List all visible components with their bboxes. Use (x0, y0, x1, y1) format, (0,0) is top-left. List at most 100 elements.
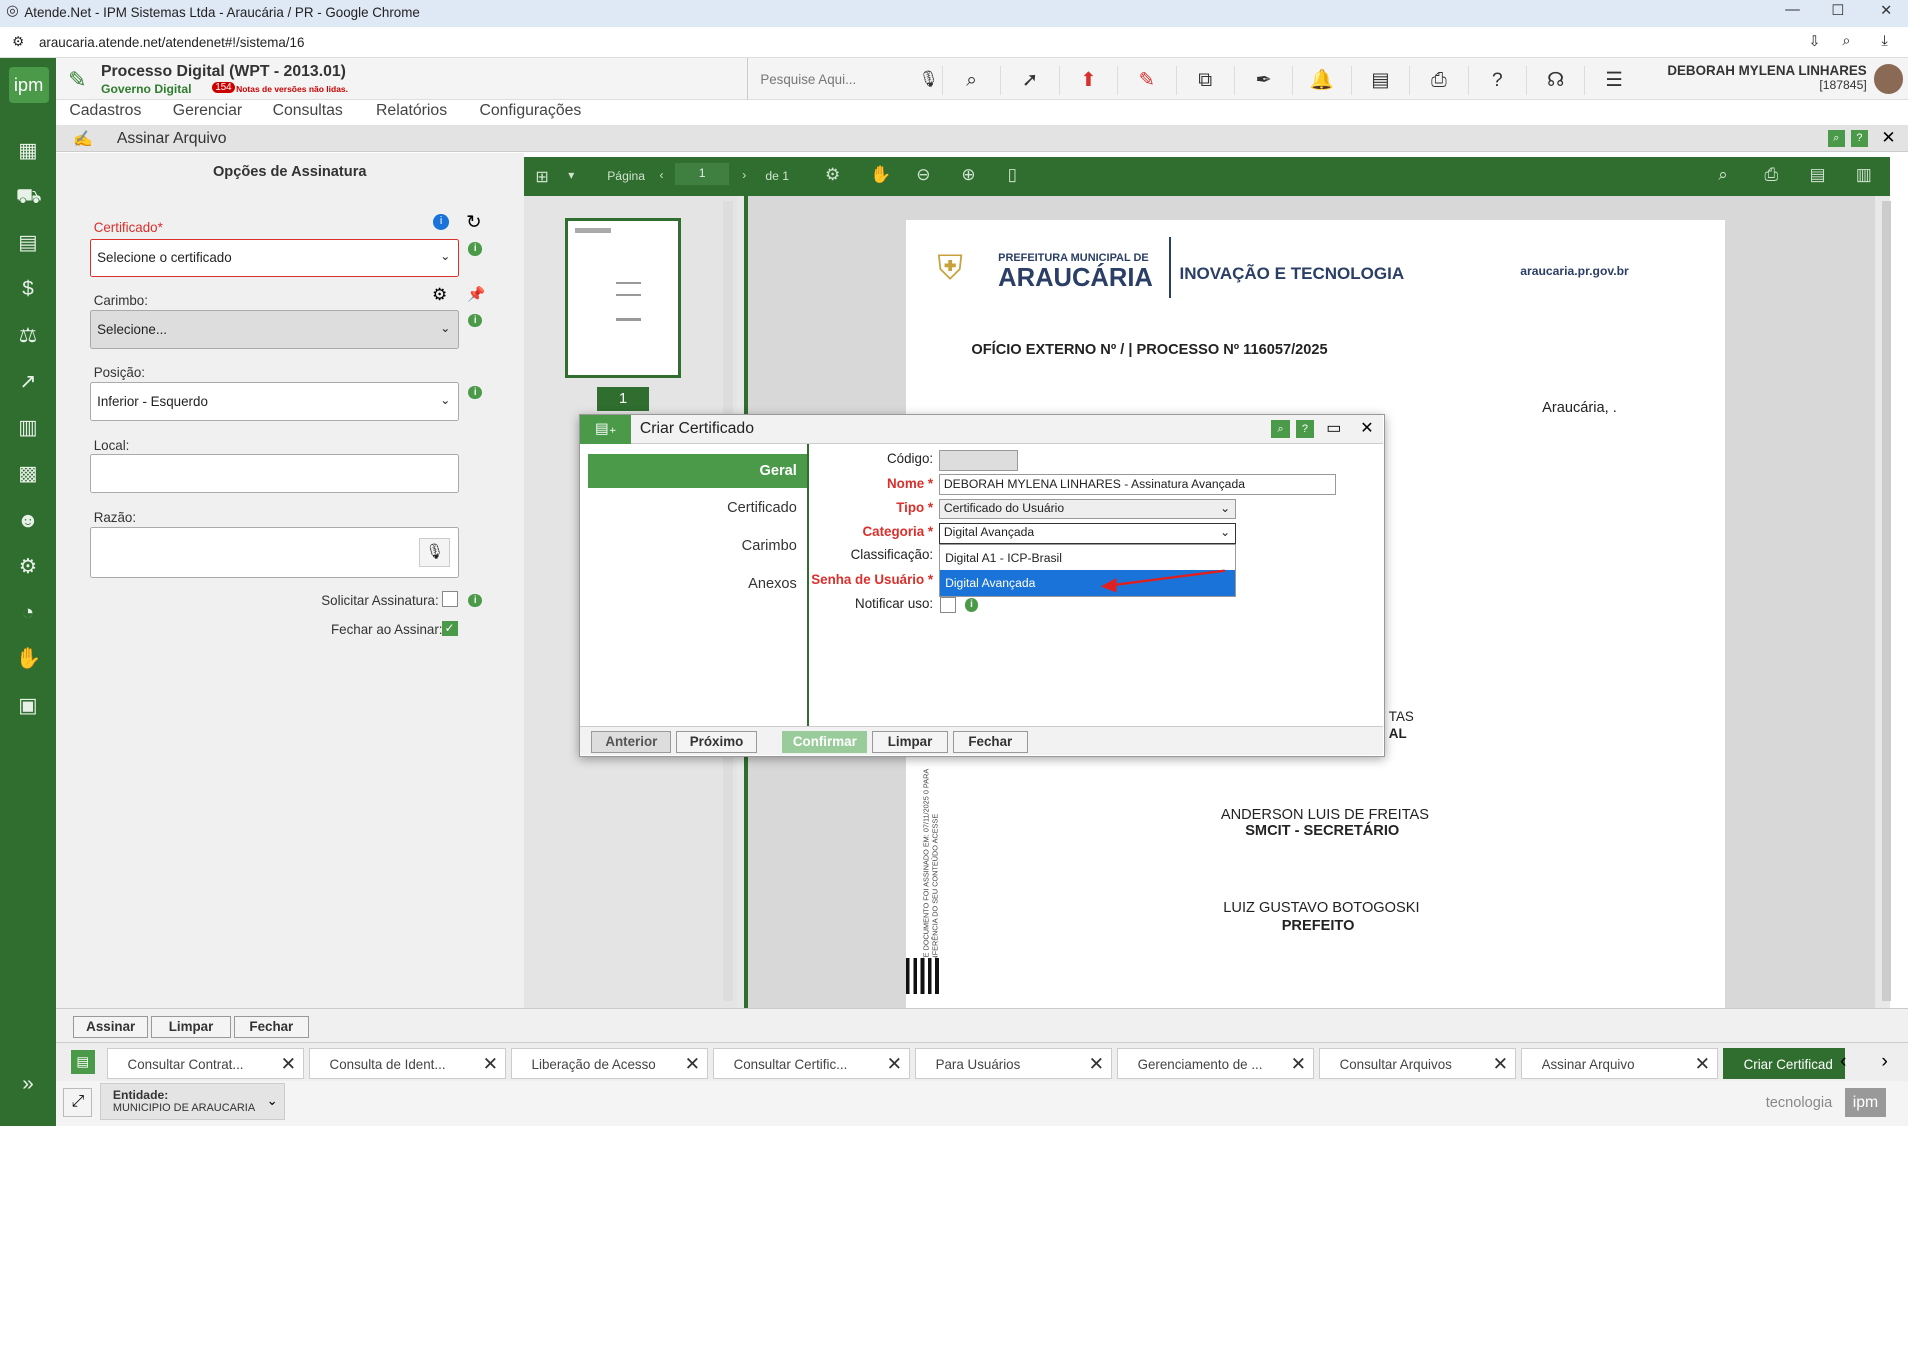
menu-gerenciar[interactable]: Gerenciar (173, 102, 242, 120)
razao-textarea[interactable]: 🎙 (90, 526, 459, 579)
notes-badge[interactable]: 154 (211, 81, 236, 93)
limpar-button[interactable]: Limpar (150, 1015, 232, 1038)
thumbnails-icon[interactable]: ⊞ (535, 167, 548, 187)
money-icon[interactable]: $ (16, 277, 40, 301)
close-tab-icon[interactable]: ✕ (281, 1053, 296, 1075)
print-icon[interactable]: ⎙ (1764, 165, 1778, 185)
bell-icon[interactable]: 🔔 (1292, 65, 1350, 95)
nome-input[interactable]: DEBORAH MYLENA LINHARES - Assinatura Ava… (939, 474, 1336, 496)
tab-assinar-arquivo[interactable]: Assinar Arquivo ✕ (1521, 1047, 1719, 1080)
upload-file-icon[interactable]: ⬆ (1058, 65, 1117, 95)
building-icon[interactable]: ▥ (16, 416, 40, 440)
nav-certificado[interactable]: Certificado (588, 491, 807, 525)
user-info[interactable]: DEBORAH MYLENA LINHARES [187845] (1667, 63, 1866, 92)
maximize-icon[interactable]: ☐ (1831, 2, 1844, 19)
user-settings-icon[interactable]: ☻ (16, 509, 40, 533)
info-icon[interactable]: i (468, 593, 482, 608)
menu-configuracoes[interactable]: Configurações (479, 102, 581, 120)
truck-icon[interactable]: ⛟ (16, 185, 42, 209)
close-tab-icon[interactable]: ✕ (483, 1053, 498, 1075)
clipboard-icon[interactable]: ▤ (16, 231, 40, 255)
close-tab-icon[interactable]: ✕ (1493, 1053, 1508, 1075)
hand-icon[interactable]: ✋ (870, 165, 891, 185)
close-window-icon[interactable]: ✕ (1881, 128, 1895, 148)
tab-liberacao-acesso[interactable]: Liberação de Acesso ✕ (511, 1047, 709, 1080)
carimbo-select[interactable]: Selecione... ⌄ (90, 310, 459, 350)
tabs-prev-icon[interactable]: ‹ (1840, 1050, 1846, 1073)
settings-icon[interactable]: ⚙ (825, 165, 840, 185)
tipo-select[interactable]: Certificado do Usuário ⌄ (939, 498, 1237, 520)
menu-icon[interactable]: ☰ (1584, 65, 1642, 95)
menu-cadastros[interactable]: Cadastros (69, 102, 141, 120)
close-tab-icon[interactable]: ✕ (1291, 1053, 1306, 1075)
info-icon[interactable]: i (468, 242, 482, 256)
entidade-selector[interactable]: Entidade: MUNICIPIO DE ARAUCARIA ⌄ (99, 1083, 285, 1120)
download-icon[interactable]: ⤓ (1881, 33, 1887, 49)
solicitar-checkbox[interactable] (441, 591, 458, 608)
minimize-icon[interactable]: — (1785, 2, 1800, 18)
calculator-icon[interactable]: ▦ (16, 139, 40, 163)
close-tab-icon[interactable]: ✕ (1695, 1053, 1710, 1075)
info-icon[interactable]: i (964, 598, 979, 612)
workflow-icon[interactable]: ⧉ (1175, 65, 1234, 95)
maximize-icon[interactable]: ▭ (1326, 418, 1341, 438)
confirmar-button[interactable]: Confirmar (782, 730, 868, 753)
close-window-icon[interactable]: ✕ (1880, 2, 1892, 19)
notificar-checkbox[interactable] (940, 597, 957, 614)
anterior-button[interactable]: Anterior (591, 730, 672, 753)
tab-consulta-ident[interactable]: Consulta de Ident... ✕ (309, 1047, 507, 1080)
ipm-logo[interactable]: ipm (8, 66, 49, 104)
next-page-icon[interactable]: › (742, 168, 746, 182)
help-window-icon[interactable]: ? (1850, 130, 1868, 148)
close-tab-icon[interactable]: ✕ (685, 1053, 700, 1075)
expand-rail-icon[interactable]: » (16, 1072, 40, 1096)
mic-icon[interactable]: 🎙 (418, 537, 451, 567)
chart-icon[interactable]: ↗ (16, 370, 40, 394)
help-icon[interactable]: ? (1467, 65, 1526, 95)
zoom-in-icon[interactable]: ⊕ (961, 165, 975, 185)
pen-icon[interactable]: ✒ (1233, 65, 1292, 95)
fechar-button[interactable]: Fechar (233, 1015, 310, 1038)
search-icon[interactable]: ⌕ (1271, 419, 1290, 438)
sidebar-icon[interactable]: ▯ (1008, 165, 1017, 185)
expand-icon[interactable]: ⤢ (63, 1087, 93, 1118)
pie-icon[interactable]: ◔ (16, 601, 40, 625)
mic-icon[interactable]: 🎙 (919, 69, 939, 89)
address-bar[interactable]: ⚙ araucaria.atende.net/atendenet#!/siste… (0, 26, 1908, 59)
presentation-icon[interactable]: ▣ (16, 694, 40, 718)
search-box[interactable]: Pesquise Aqui... 🎙 (747, 58, 942, 100)
limpar-button[interactable]: Limpar (872, 730, 948, 753)
print-icon[interactable]: ⎙ (1409, 65, 1467, 95)
sign-file-icon[interactable]: ✎ (1117, 65, 1175, 95)
help-icon[interactable]: ? (1295, 419, 1315, 438)
zoom-out-icon[interactable]: ⊖ (916, 165, 930, 185)
info-icon[interactable]: i (468, 313, 482, 328)
install-icon[interactable]: ⇩ (1808, 33, 1820, 50)
info-icon[interactable]: i (433, 214, 450, 230)
chevron-down-icon[interactable]: ▾ (568, 168, 574, 182)
scale-icon[interactable]: ⚖ (16, 324, 40, 348)
page-thumbnail[interactable] (564, 217, 682, 379)
avatar[interactable] (1874, 64, 1904, 94)
assinar-button[interactable]: Assinar (73, 1015, 149, 1038)
clipboard-icon[interactable]: ▤ (1350, 65, 1409, 95)
notes-link[interactable]: Notas de versões não lidas. (236, 84, 348, 94)
search-input[interactable]: Pesquise Aqui... (760, 72, 856, 87)
gear-icon[interactable]: ⚙ (16, 555, 40, 579)
close-tab-icon[interactable]: ✕ (887, 1053, 902, 1075)
download-icon[interactable]: ▥ (1856, 165, 1872, 185)
tab-criar-certificado[interactable]: Criar Certificad (1723, 1047, 1845, 1080)
pin-icon[interactable]: 📌 (467, 285, 485, 303)
nav-carimbo[interactable]: Carimbo (588, 529, 807, 563)
fechar-ao-assinar-checkbox[interactable]: ✓ (441, 620, 458, 637)
document-scrollbar[interactable] (1881, 200, 1892, 1002)
zoom-icon[interactable]: ⌕ (1842, 33, 1850, 49)
hand-icon[interactable]: ✋ (16, 647, 42, 671)
menu-consultas[interactable]: Consultas (273, 102, 343, 120)
url-text[interactable]: araucaria.atende.net/atendenet#!/sistema… (39, 35, 304, 50)
nav-anexos[interactable]: Anexos (588, 567, 807, 601)
tabs-next-icon[interactable]: › (1881, 1050, 1887, 1073)
search-icon[interactable]: ⌕ (1718, 165, 1728, 185)
tab-para-usuarios[interactable]: Para Usuários ✕ (915, 1047, 1113, 1080)
refresh-icon[interactable]: ↻ (466, 211, 481, 233)
